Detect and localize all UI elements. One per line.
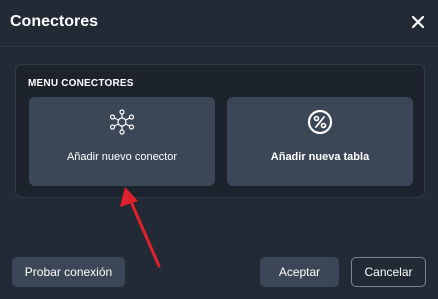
connectors-dialog: Conectores MENU CONECTORES Añadir nuevo … <box>0 0 438 299</box>
panel-label: MENU CONECTORES <box>28 78 134 89</box>
add-table-label: Añadir nueva tabla <box>270 151 370 163</box>
red-arrow-annotation <box>118 185 168 275</box>
add-table-card[interactable]: Añadir nueva tabla <box>227 97 413 186</box>
close-icon[interactable] <box>410 14 426 30</box>
percent-circle-icon <box>307 109 333 140</box>
add-connector-card[interactable]: Añadir nuevo conector <box>29 97 215 186</box>
connectors-menu-panel: MENU CONECTORES Añadir nuevo conector Añ… <box>15 64 425 198</box>
add-connector-label: Añadir nuevo conector <box>66 151 178 163</box>
dialog-header: Conectores <box>0 0 438 47</box>
test-connection-button[interactable]: Probar conexión <box>12 257 125 287</box>
network-nodes-icon <box>109 109 135 140</box>
accept-button[interactable]: Aceptar <box>260 257 339 287</box>
dialog-title: Conectores <box>10 13 99 30</box>
cancel-button[interactable]: Cancelar <box>351 257 426 287</box>
